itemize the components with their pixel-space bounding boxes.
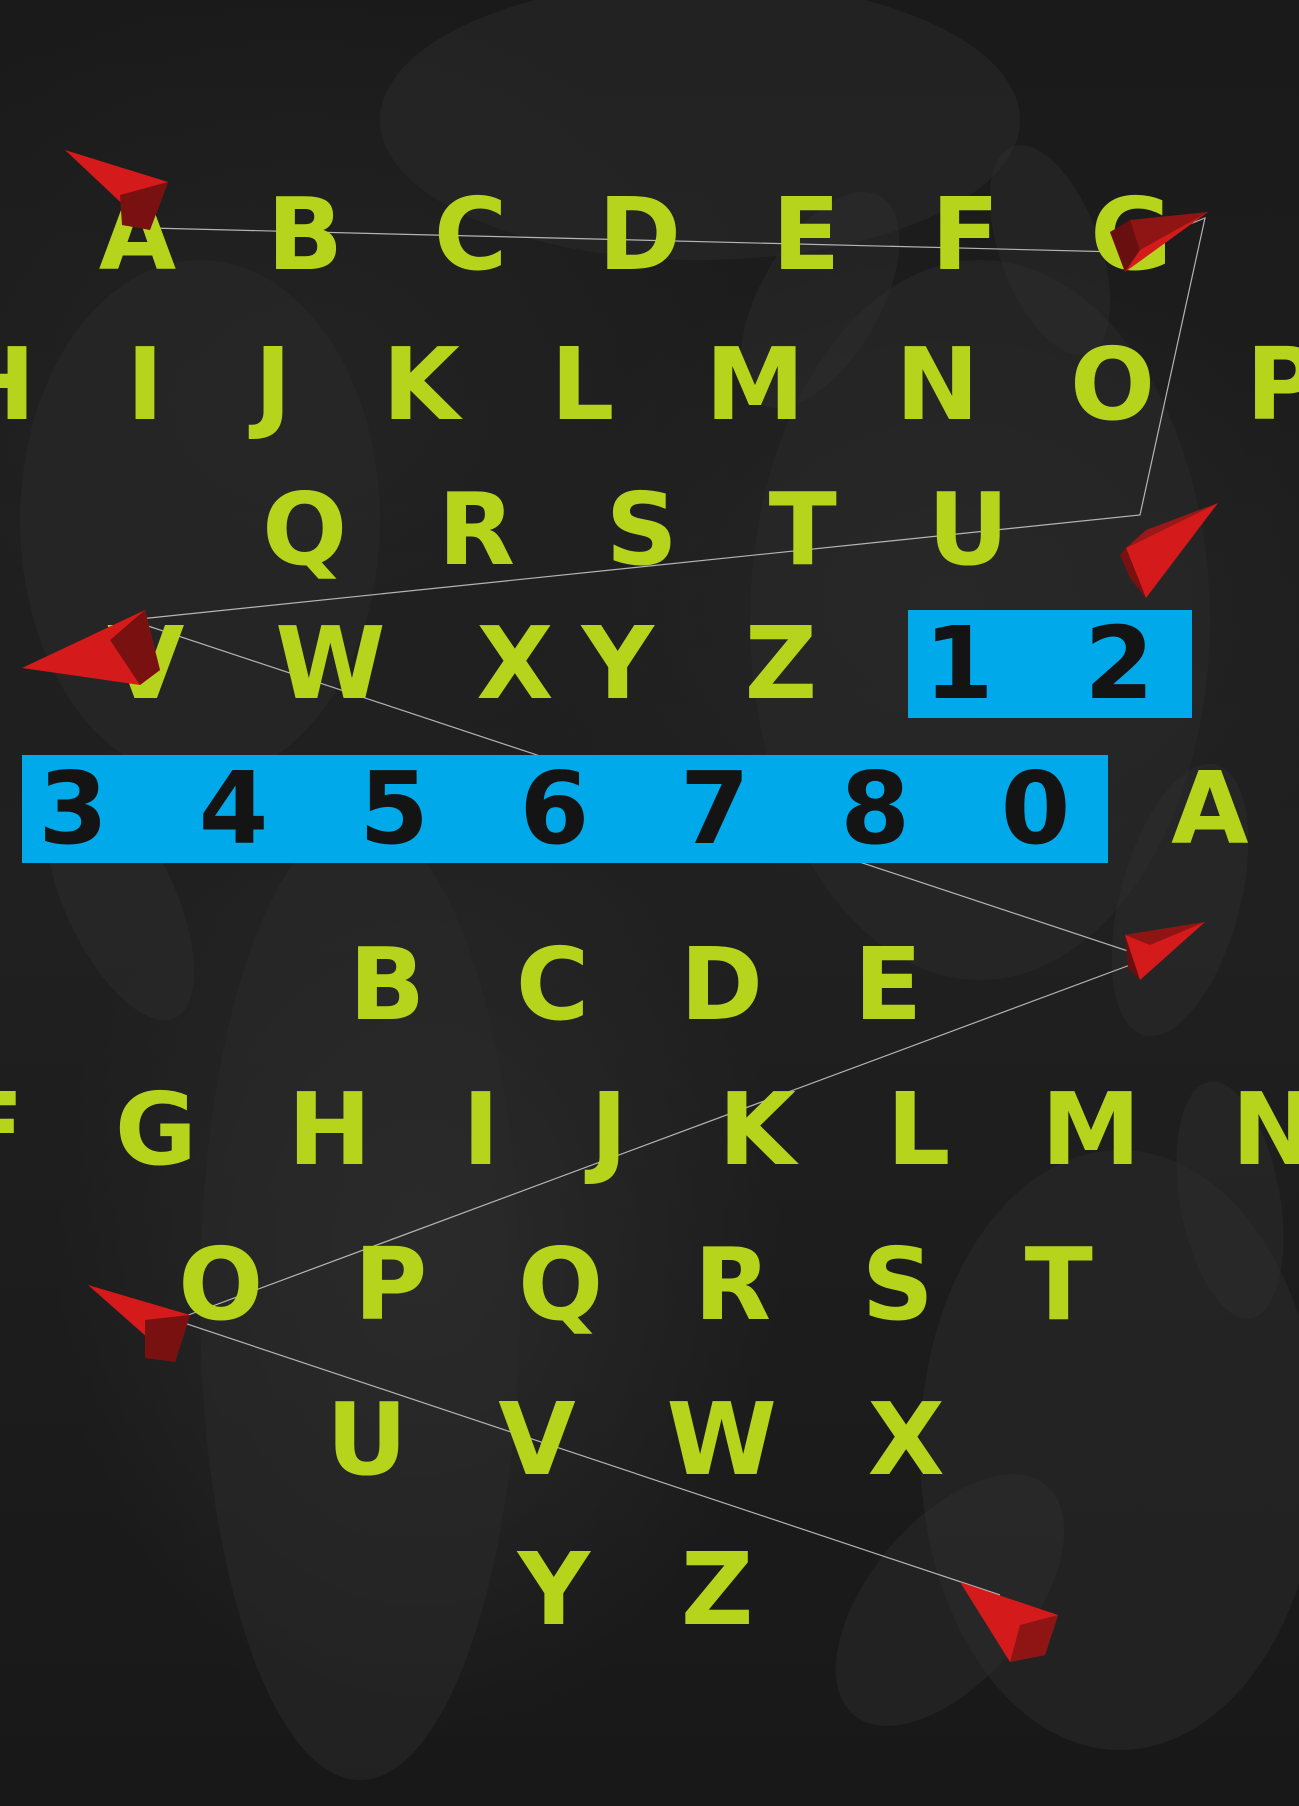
glyph-row-9: U V W X [0, 1390, 1299, 1490]
glyph-row-6: B C D E [0, 935, 1299, 1035]
glyph-text: U V W X [326, 1381, 973, 1498]
glyph-row-3: Q R S T U [0, 480, 1299, 580]
glyph-text: A B C D E F G [98, 176, 1201, 293]
glyph-text: A [1108, 750, 1277, 867]
glyph-text: B C D E [348, 926, 951, 1043]
glyph-text: F G H I J K L M N [0, 1071, 1299, 1188]
glyph-row-10: Y Z [0, 1540, 1299, 1640]
glyph-row-5: 3 4 5 6 7 8 0 A [0, 755, 1299, 863]
glyph-text: Y Z [517, 1531, 782, 1648]
glyph-text: V W XY Z [107, 605, 908, 722]
poster: A B C D E F G H I J K L M N O P Q R S T … [0, 0, 1299, 1806]
glyph-text: Q R S T U [262, 471, 1037, 588]
number-highlight-block: 1 2 [908, 610, 1192, 718]
glyph-text: H I J K L M N O P [0, 326, 1299, 443]
glyph-row-7: F G H I J K L M N [0, 1080, 1299, 1180]
glyph-text: O P Q R S T [178, 1226, 1121, 1343]
glyph-row-2: H I J K L M N O P [0, 335, 1299, 435]
glyph-row-1: A B C D E F G [0, 185, 1299, 285]
number-highlight-block: 3 4 5 6 7 8 0 [22, 755, 1109, 863]
glyph-row-8: O P Q R S T [0, 1235, 1299, 1335]
glyph-row-4: V W XY Z 1 2 [0, 610, 1299, 718]
